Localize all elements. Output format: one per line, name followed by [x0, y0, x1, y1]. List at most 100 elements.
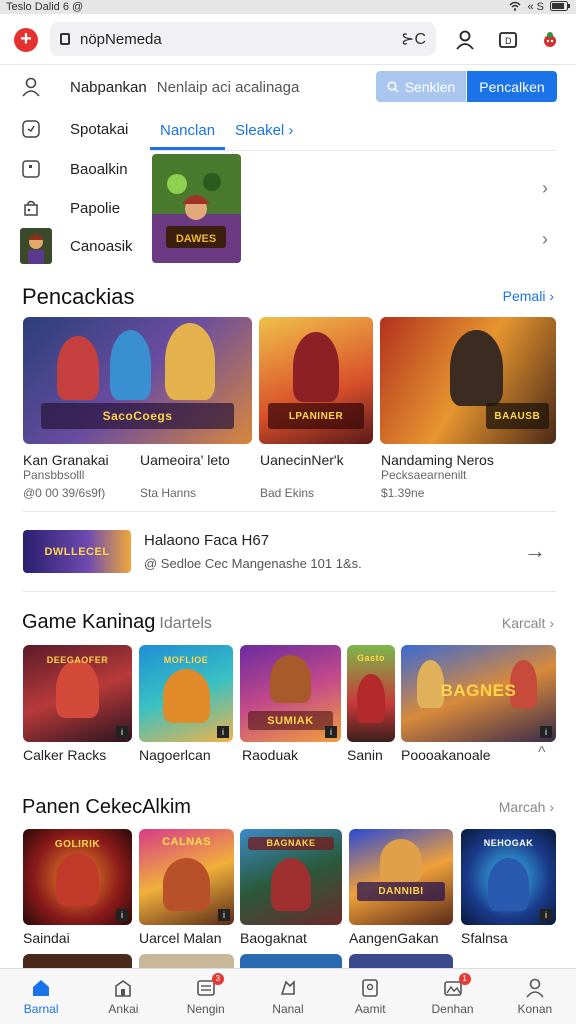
game-logo: MOFLIOE: [163, 654, 209, 665]
register-button[interactable]: Pencalken: [467, 71, 557, 102]
game-card-image[interactable]: [23, 954, 132, 968]
account-label: Nabpankan: [70, 78, 147, 96]
menu-item-3[interactable]: Papolie: [20, 197, 120, 219]
nav-list[interactable]: Nengin 3: [165, 969, 247, 1024]
game-card-image[interactable]: BAGNAKE: [240, 829, 342, 925]
game-card-image[interactable]: [240, 954, 342, 968]
game-logo: GOLIRIK: [54, 838, 101, 850]
nav-label: Konan: [517, 1002, 553, 1016]
see-more-link[interactable]: Pemali ›: [503, 288, 554, 304]
game-logo: SUMIAK: [248, 710, 333, 731]
extension-button[interactable]: [538, 28, 562, 52]
tab-2[interactable]: Sleakel ›: [225, 114, 303, 150]
game-card-image[interactable]: SUMIAK i: [240, 645, 341, 742]
nav-label: Nengin: [186, 1002, 225, 1016]
section-title-text: Game Kaninag: [22, 611, 156, 633]
chevron-right-icon[interactable]: ›: [542, 178, 548, 199]
url-text: nöpNemeda: [80, 30, 162, 48]
game-title[interactable]: Sanin: [347, 747, 383, 763]
game-logo: NEHOGAK: [483, 838, 534, 849]
arrow-right-icon[interactable]: →: [524, 538, 546, 564]
hero-figure: [270, 857, 312, 911]
menu-item-1[interactable]: Spotakai: [20, 118, 128, 140]
notification-badge: 3: [211, 973, 224, 985]
game-title[interactable]: UanecinNer'k: [260, 452, 344, 468]
game-title[interactable]: Raoduak: [242, 747, 298, 763]
battery-icon: [550, 0, 570, 14]
game-card-image[interactable]: GOLIRIK i: [23, 829, 132, 925]
age-rating-badge: i: [540, 726, 552, 738]
reload-button[interactable]: ⊱C: [401, 29, 426, 49]
divider: [23, 591, 556, 592]
game-card-image[interactable]: DANNIBI: [349, 829, 453, 925]
game-card-image[interactable]: NEHOGAK i: [461, 829, 556, 925]
app-menu-button[interactable]: +: [14, 28, 38, 52]
game-title[interactable]: Uameoira' leto: [140, 452, 230, 468]
featured-game-image[interactable]: DAWES: [152, 154, 241, 263]
nav-image[interactable]: Denhan 1: [411, 969, 493, 1024]
game-card-image[interactable]: [349, 954, 453, 968]
tab-1[interactable]: Nanclan: [150, 114, 226, 150]
game-card-image[interactable]: LPANINER: [259, 317, 373, 444]
hero-figure: [356, 674, 386, 723]
game-logo: BAAUSB: [485, 403, 549, 429]
hero-figure: [487, 857, 530, 911]
age-rating-badge: i: [540, 909, 552, 921]
status-left: Teslo Dalid 6 @: [6, 1, 84, 13]
nav-games[interactable]: Nanal: [247, 969, 329, 1024]
game-title[interactable]: Nagoerlcan: [139, 747, 211, 763]
game-card-image[interactable]: BAAUSB: [380, 317, 556, 444]
game-card-image[interactable]: DEEGAOFER i: [23, 645, 132, 742]
hero-figure: [293, 332, 339, 403]
tabs-button[interactable]: D: [496, 28, 520, 52]
chevron-up-icon[interactable]: ^: [538, 744, 546, 762]
address-bar[interactable]: nöpNemeda ⊱C: [50, 22, 436, 56]
login-button[interactable]: Senklen: [376, 71, 466, 102]
game-title[interactable]: Sfalnsa: [461, 930, 508, 946]
hero-figure: [55, 853, 100, 906]
hero-figure: [270, 654, 311, 704]
status-bar: Teslo Dalid 6 @ « S: [0, 0, 576, 14]
lock-icon: [60, 33, 70, 45]
account-row[interactable]: Nabpankan Nenlaip aci acalinaga: [20, 76, 299, 98]
download-icon: [20, 158, 42, 180]
game-logo: LPANINER: [268, 403, 364, 429]
game-card-image[interactable]: MOFLIOE i: [139, 645, 233, 742]
book-icon: [359, 977, 381, 999]
promo-subtitle: @ Sedloe Cec Mangenashe 101 1&s.: [144, 556, 362, 571]
game-title[interactable]: AangenGakan: [349, 930, 439, 946]
nav-label: Denhan: [431, 1002, 474, 1016]
menu-item-4[interactable]: Canoasik: [20, 228, 133, 264]
game-title[interactable]: Poooakanoale: [401, 747, 491, 763]
status-icons: « S: [509, 0, 570, 14]
game-card-image[interactable]: SacoCoegs: [23, 317, 252, 444]
game-card-image[interactable]: Gasto: [347, 645, 395, 742]
menu-item-2[interactable]: Baoalkin: [20, 158, 128, 180]
nav-home[interactable]: Barnal: [0, 969, 82, 1024]
chevron-right-icon[interactable]: ›: [542, 229, 548, 250]
age-rating-badge: i: [116, 726, 128, 738]
game-title[interactable]: Uarcel Malan: [139, 930, 221, 946]
game-title[interactable]: Saindai: [23, 930, 70, 946]
nav-profile[interactable]: Konan: [494, 969, 576, 1024]
divider: [0, 64, 576, 65]
nav-apps[interactable]: Ankai: [82, 969, 164, 1024]
nav-book[interactable]: Aamit: [329, 969, 411, 1024]
game-logo: SacoCoegs: [41, 403, 234, 429]
see-more-link[interactable]: Karcalt ›: [502, 615, 554, 631]
promo-image[interactable]: DWLLECEL: [23, 530, 131, 573]
hero-figure: [55, 659, 100, 718]
promo-title[interactable]: Halaono Faca H67: [144, 532, 269, 549]
profile-button[interactable]: [453, 28, 477, 52]
game-title[interactable]: Nandaming Neros: [381, 452, 494, 468]
game-art: MOFLIOE i: [139, 645, 233, 742]
notification-badge: 1: [458, 973, 471, 985]
see-more-link[interactable]: Marcah ›: [499, 799, 554, 815]
game-card-image[interactable]: BAGNES i: [401, 645, 556, 742]
user-icon: [20, 76, 42, 98]
game-card-image[interactable]: [139, 954, 234, 968]
game-title[interactable]: Kan Granakai: [23, 452, 109, 468]
game-title[interactable]: Baogaknat: [240, 930, 307, 946]
game-title[interactable]: Calker Racks: [23, 747, 106, 763]
game-card-image[interactable]: CALNAS i: [139, 829, 234, 925]
